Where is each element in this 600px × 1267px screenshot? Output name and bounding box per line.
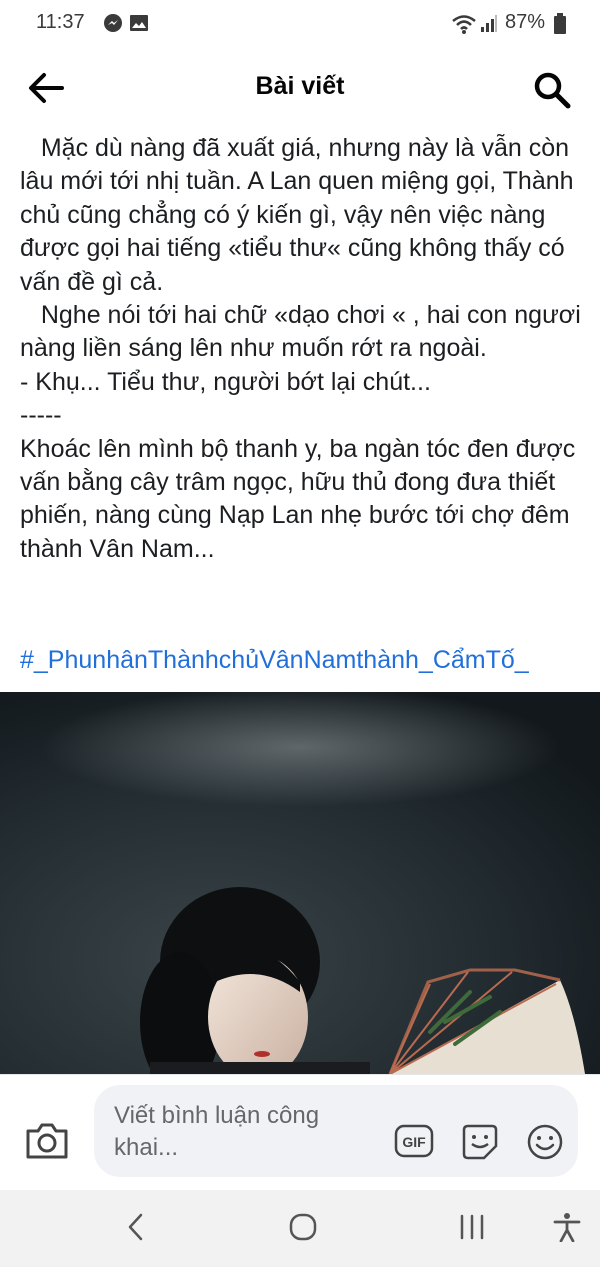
system-nav-bar bbox=[0, 1190, 600, 1267]
battery-icon bbox=[553, 13, 567, 40]
signal-icon bbox=[480, 13, 498, 38]
camera-icon[interactable] bbox=[24, 1121, 70, 1161]
back-nav-icon[interactable] bbox=[124, 1212, 148, 1247]
status-time: 11:37 bbox=[36, 11, 85, 33]
gif-icon[interactable]: GIF bbox=[394, 1123, 434, 1159]
search-icon[interactable] bbox=[530, 68, 574, 112]
messenger-icon bbox=[103, 13, 123, 38]
home-nav-icon[interactable] bbox=[288, 1212, 318, 1247]
comment-input[interactable]: Viết bình luận công khai... GIF bbox=[94, 1085, 578, 1177]
sticker-icon[interactable] bbox=[460, 1122, 500, 1162]
post-photo[interactable] bbox=[0, 692, 600, 1074]
post-divider: ----- bbox=[20, 401, 62, 430]
status-bar: 11:37 87% bbox=[0, 0, 600, 48]
post-paragraph: Mặc dù nàng đã xuất giá, nhưng này là vẫ… bbox=[20, 134, 581, 296]
hashtag-link[interactable]: #_PhunhânThànhchủVânNamthành_CẩmTố_ bbox=[20, 646, 529, 675]
app-header: Bài viết bbox=[0, 56, 600, 122]
wifi-icon bbox=[451, 13, 477, 40]
accessibility-icon[interactable] bbox=[552, 1212, 582, 1247]
recents-nav-icon[interactable] bbox=[458, 1212, 486, 1247]
page-title: Bài viết bbox=[255, 72, 345, 100]
post-paragraph: - Khụ... Tiểu thư, người bớt lại chút... bbox=[20, 367, 431, 396]
comment-placeholder: Viết bình luận công khai... bbox=[114, 1102, 320, 1161]
battery-percent: 87% bbox=[505, 11, 546, 33]
gif-label: GIF bbox=[402, 1134, 426, 1150]
image-icon bbox=[129, 13, 149, 38]
emoji-icon[interactable] bbox=[526, 1123, 564, 1161]
post-paragraph: Khoác lên mình bộ thanh y, ba ngàn tóc đ… bbox=[20, 434, 583, 563]
comment-bar: Viết bình luận công khai... GIF bbox=[0, 1074, 600, 1191]
post-paragraph: Nghe nói tới hai chữ «dạo chơi « , hai c… bbox=[20, 301, 588, 363]
post-body: Mặc dù nàng đã xuất giá, nhưng này là vẫ… bbox=[20, 132, 590, 566]
